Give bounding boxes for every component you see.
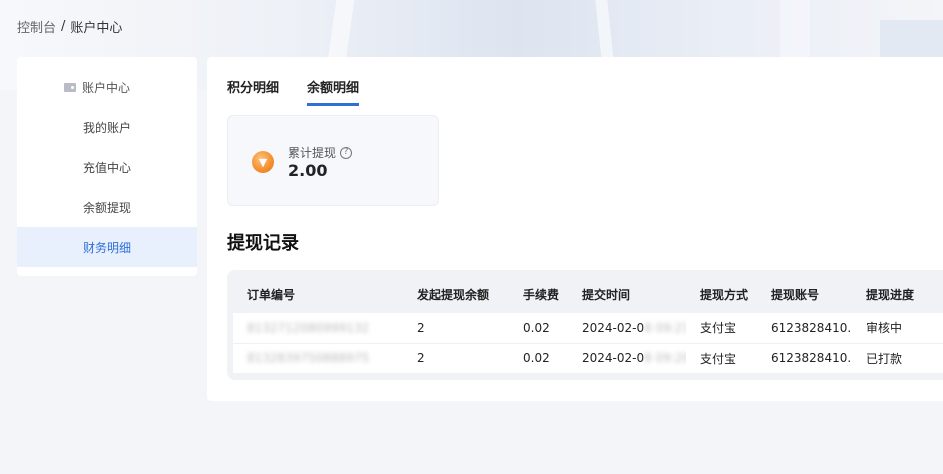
table-header-row: 订单编号 发起提现余额 手续费 提交时间 提现方式 提现账号 提现进度 (233, 276, 943, 313)
stat-label-row: 累计提现 ? (288, 144, 353, 161)
col-header-fee: 手续费 (523, 288, 560, 302)
sidebar-item-label: 充值中心 (83, 160, 132, 175)
table-row: 8132712080999132 2 0.02 2024-02-08 09:21… (233, 313, 943, 343)
tab-balance-details[interactable]: 余额明细 (307, 77, 360, 106)
withdrawal-table: 订单编号 发起提现余额 手续费 提交时间 提现方式 提现账号 提现进度 8132… (227, 270, 943, 380)
breadcrumb: 控制台 / 账户中心 (17, 17, 122, 36)
time-blurred: 8 09:21:0 (644, 320, 686, 335)
col-header-amount: 发起提现余额 (417, 288, 490, 302)
status-cell: 已打款 (866, 351, 903, 366)
amount-cell: 2 (417, 320, 425, 335)
stat-label: 累计提现 (288, 146, 337, 160)
time-visible: 2024-02-0 (582, 320, 645, 335)
breadcrumb-console-link[interactable]: 控制台 (17, 17, 56, 36)
stat-value: 2.00 (288, 161, 328, 180)
withdraw-coin-icon: ▼ (252, 151, 274, 173)
main-panel: 积分明细 余额明细 ▼ 累计提现 ? 2.00 提现记录 订单编号 发起提现余额… (207, 57, 943, 401)
sidebar-item-label: 我的账户 (83, 120, 132, 135)
sidebar-item-withdraw[interactable]: 余额提现 (17, 187, 197, 227)
sidebar-header-label: 账户中心 (82, 80, 131, 95)
help-icon[interactable]: ? (340, 146, 353, 159)
account-cell: 6123828410... (771, 351, 852, 366)
account-cell: 6123828410... (771, 320, 852, 335)
table-row: 8132839750888975 2 0.02 2024-02-08 09:20… (233, 343, 943, 373)
col-header-order-id: 订单编号 (247, 288, 296, 302)
sidebar-item-recharge[interactable]: 充值中心 (17, 147, 197, 187)
col-header-method: 提现方式 (700, 288, 749, 302)
section-title: 提现记录 (227, 233, 299, 254)
time-cell: 2024-02-08 09:20:1 (568, 343, 686, 373)
total-withdrawal-card: ▼ 累计提现 ? 2.00 (227, 115, 439, 206)
sidebar-item-my-account[interactable]: 我的账户 (17, 107, 197, 147)
sidebar: 账户中心 我的账户 充值中心 余额提现 财务明细 (17, 57, 197, 276)
sidebar-item-label: 财务明细 (83, 240, 132, 255)
method-cell: 支付宝 (700, 321, 737, 336)
sidebar-header: 账户中心 (17, 67, 197, 107)
breadcrumb-current: 账户中心 (70, 21, 123, 36)
breadcrumb-separator: / (61, 19, 66, 34)
col-header-account: 提现账号 (771, 288, 820, 302)
time-cell: 2024-02-08 09:21:0 (568, 313, 686, 343)
status-cell: 审核中 (866, 321, 903, 336)
fee-cell: 0.02 (523, 320, 550, 335)
method-cell: 支付宝 (700, 351, 737, 366)
tab-points-details[interactable]: 积分明细 (227, 77, 279, 106)
time-visible: 2024-02-0 (582, 351, 645, 366)
sidebar-item-label: 余额提现 (83, 200, 132, 215)
order-id-cell: 8132839750888975 (247, 351, 370, 366)
amount-cell: 2 (417, 351, 425, 366)
sidebar-item-finance-details[interactable]: 财务明细 (17, 227, 197, 267)
tab-bar: 积分明细 余额明细 (227, 77, 360, 106)
time-blurred: 8 09:20:1 (644, 351, 686, 366)
col-header-time: 提交时间 (582, 288, 631, 302)
wallet-icon (64, 82, 76, 92)
fee-cell: 0.02 (523, 351, 550, 366)
order-id-cell: 8132712080999132 (247, 320, 370, 335)
col-header-status: 提现进度 (866, 288, 915, 302)
